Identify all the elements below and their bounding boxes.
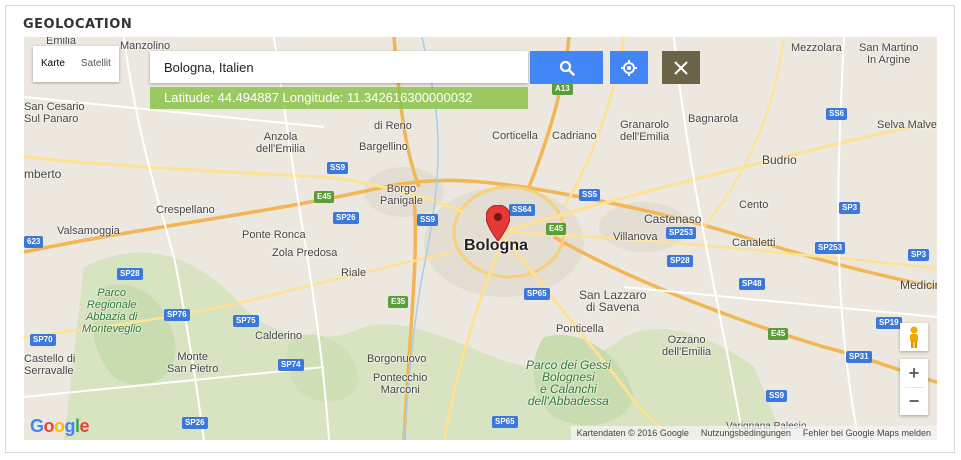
road-shield: SS64 bbox=[509, 204, 535, 216]
road-shield: A13 bbox=[552, 83, 573, 95]
place-label: Canaletti bbox=[732, 237, 776, 249]
road-shield: E45 bbox=[546, 223, 567, 235]
pegman-icon bbox=[910, 326, 918, 348]
road-shield: E35 bbox=[388, 296, 409, 308]
crosshair-icon bbox=[621, 59, 637, 76]
place-label: Pontecchio Marconi bbox=[373, 372, 428, 396]
place-label: Castenaso bbox=[644, 212, 702, 226]
map-attribution: Kartendaten © 2016 Google Nutzungsbeding… bbox=[570, 426, 937, 440]
place-label: Anzola dell'Emilia bbox=[256, 131, 306, 155]
place-label: Zola Predosa bbox=[272, 247, 338, 259]
map-data-credit: Kartendaten © 2016 Google bbox=[576, 428, 689, 438]
google-logo[interactable]: Google bbox=[30, 416, 90, 437]
search-button[interactable] bbox=[530, 51, 603, 84]
place-label: San Lazzaro di Savena bbox=[579, 288, 647, 314]
clear-location-button[interactable] bbox=[662, 51, 700, 84]
road-shield: SP74 bbox=[278, 359, 304, 371]
place-label: San Martino In Argine bbox=[859, 42, 919, 66]
road-shield: SS9 bbox=[327, 162, 349, 174]
road-shield: SP28 bbox=[117, 268, 143, 280]
coordinates-readout: Latitude: 44.494887 Longitude: 11.342616… bbox=[150, 87, 528, 109]
road-shield: E45 bbox=[314, 191, 335, 203]
zoom-divider bbox=[905, 387, 923, 388]
place-label: Ponte Ronca bbox=[242, 229, 306, 241]
search-icon bbox=[559, 60, 575, 76]
road-shield: SP65 bbox=[524, 288, 550, 300]
place-label: Castello di Serravalle bbox=[24, 353, 76, 377]
road-shield: SP3 bbox=[839, 202, 861, 214]
place-label: Borgonuovo bbox=[367, 353, 427, 365]
road-shield: SS9 bbox=[417, 214, 439, 226]
road-shield: 623 bbox=[24, 236, 44, 248]
close-icon bbox=[674, 60, 688, 75]
road-shield: SP253 bbox=[815, 242, 846, 254]
city-label-bologna: Bologna bbox=[464, 237, 528, 254]
road-shield: SP31 bbox=[846, 351, 872, 363]
map-type-karte-button[interactable]: Karte bbox=[33, 46, 73, 82]
map-canvas[interactable]: Emilia Manzolino Mezzolara San Martino I… bbox=[24, 37, 937, 440]
place-label: Monte San Pietro bbox=[167, 351, 219, 375]
road-shield: SP48 bbox=[739, 278, 765, 290]
road-shield: SP3 bbox=[908, 249, 930, 261]
place-label: Mezzolara bbox=[791, 42, 842, 54]
place-label: San Cesario Sul Panaro bbox=[24, 101, 85, 125]
place-label: Cento bbox=[739, 199, 769, 211]
zoom-in-button[interactable]: + bbox=[900, 359, 928, 387]
road-shield: SS6 bbox=[826, 108, 848, 120]
road-shield: E45 bbox=[768, 328, 789, 340]
map-type-satellit-button[interactable]: Satellit bbox=[73, 46, 119, 82]
place-label: Granarolo dell'Emilia bbox=[620, 119, 670, 143]
place-label: Selva Malve bbox=[877, 119, 937, 131]
road-shield: SP70 bbox=[30, 334, 56, 346]
place-label: di Reno bbox=[374, 120, 412, 132]
place-label: Medicin bbox=[900, 278, 937, 292]
road-shield: SP253 bbox=[666, 227, 697, 239]
place-label: Borgo Panigale bbox=[380, 183, 423, 207]
place-label: Budrio bbox=[762, 153, 797, 167]
zoom-out-button[interactable]: − bbox=[900, 387, 928, 415]
road-shield: SS9 bbox=[766, 390, 788, 402]
zoom-control: + − bbox=[900, 359, 928, 415]
report-error-link[interactable]: Fehler bei Google Maps melden bbox=[797, 426, 937, 440]
place-label: Crespellano bbox=[156, 204, 215, 216]
road-shield: SP28 bbox=[667, 255, 693, 267]
road-shield: SP19 bbox=[876, 317, 902, 329]
park-label: Parco Regionale Abbazia di Monteveglio bbox=[82, 287, 142, 335]
place-label: Cadriano bbox=[552, 130, 597, 142]
place-label: Valsamoggia bbox=[57, 225, 120, 237]
road-shield: SP75 bbox=[233, 315, 259, 327]
map-marker-icon[interactable] bbox=[486, 205, 510, 241]
road-shield: SS5 bbox=[579, 189, 601, 201]
place-label: Corticella bbox=[492, 130, 538, 142]
panel-title: GEOLOCATION bbox=[23, 17, 133, 32]
place-label: Calderino bbox=[255, 330, 303, 342]
place-label: Ponticella bbox=[556, 323, 604, 335]
place-label: Villanova bbox=[613, 231, 658, 243]
location-search-input[interactable] bbox=[150, 51, 528, 83]
locate-me-button[interactable] bbox=[610, 51, 648, 84]
terms-link[interactable]: Nutzungsbedingungen bbox=[695, 426, 797, 440]
map-type-control: Karte Satellit bbox=[33, 46, 119, 82]
place-label: Riale bbox=[341, 267, 367, 279]
road-shield: SP26 bbox=[333, 212, 359, 224]
place-label: Bargellino bbox=[359, 141, 408, 153]
park-label: Parco dei Gessi Bolognesi e Calanchi del… bbox=[526, 358, 611, 408]
place-label: Bagnarola bbox=[688, 113, 739, 125]
road-shield: SP26 bbox=[182, 417, 208, 429]
geolocation-panel: GEOLOCATION Emilia Manzolino Mezzolara S… bbox=[5, 5, 955, 453]
road-shield: SP76 bbox=[164, 309, 190, 321]
place-label: mberto bbox=[24, 167, 62, 181]
street-view-pegman-button[interactable] bbox=[900, 323, 928, 351]
place-label: Ozzano dell'Emilia bbox=[662, 334, 712, 358]
road-shield: SP65 bbox=[492, 416, 518, 428]
